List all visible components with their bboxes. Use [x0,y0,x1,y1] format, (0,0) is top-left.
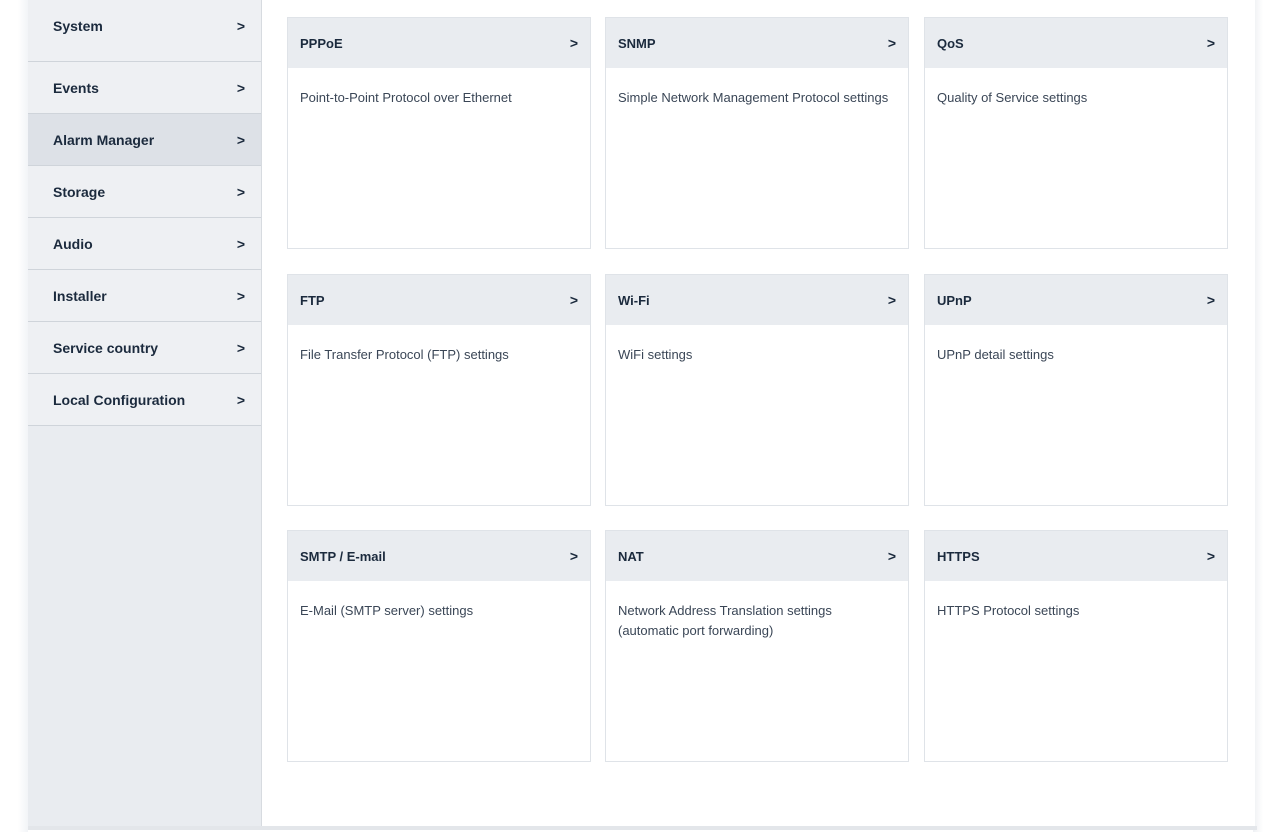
chevron-right-icon: > [236,235,245,252]
sidebar-item-service-country[interactable]: Service country > [28,322,261,374]
sidebar-nav: System > Events > Alarm Manager > Storag… [28,0,262,828]
bottom-divider [28,826,1257,830]
card-description: HTTPS Protocol settings [937,603,1080,618]
chevron-right-icon: > [569,35,578,51]
chevron-right-icon: > [236,391,245,408]
card-header: PPPoE > [288,18,590,68]
card-title: FTP [300,292,325,308]
sidebar-item-alarm-manager[interactable]: Alarm Manager > [28,114,261,166]
card-header: QoS > [925,18,1227,68]
card-title: UPnP [937,292,972,308]
card-wifi[interactable]: Wi-Fi > WiFi settings [605,274,909,506]
card-title: NAT [618,548,644,564]
card-title: SNMP [618,35,656,51]
card-pppoe[interactable]: PPPoE > Point-to-Point Protocol over Eth… [287,17,591,249]
chevron-right-icon: > [887,548,896,564]
chevron-right-icon: > [236,131,245,148]
card-https[interactable]: HTTPS > HTTPS Protocol settings [924,530,1228,762]
chevron-right-icon: > [236,287,245,304]
chevron-right-icon: > [569,292,578,308]
card-header: Wi-Fi > [606,275,908,325]
card-header: SMTP / E-mail > [288,531,590,581]
sidebar-item-audio[interactable]: Audio > [28,218,261,270]
chevron-right-icon: > [1206,548,1215,564]
sidebar-item-label: System [53,17,103,34]
sidebar-item-installer[interactable]: Installer > [28,270,261,322]
card-header: HTTPS > [925,531,1227,581]
sidebar-item-label: Events [53,79,99,96]
card-header: NAT > [606,531,908,581]
app-frame: System > Events > Alarm Manager > Storag… [0,0,1267,832]
card-upnp[interactable]: UPnP > UPnP detail settings [924,274,1228,506]
card-description: WiFi settings [618,347,693,362]
card-description: Quality of Service settings [937,90,1088,105]
card-description: Network Address Translation settings (au… [618,603,832,638]
card-nat[interactable]: NAT > Network Address Translation settin… [605,530,909,762]
sidebar-item-storage[interactable]: Storage > [28,166,261,218]
chevron-right-icon: > [236,79,245,96]
sidebar-item-label: Alarm Manager [53,131,155,148]
card-title: PPPoE [300,35,343,51]
card-title: HTTPS [937,548,980,564]
card-header: SNMP > [606,18,908,68]
left-gutter [0,0,28,832]
card-header: UPnP > [925,275,1227,325]
card-description: UPnP detail settings [937,347,1054,362]
sidebar-item-label: Service country [53,339,159,356]
chevron-right-icon: > [236,339,245,356]
sidebar-item-system[interactable]: System > [28,0,261,62]
card-smtp-email[interactable]: SMTP / E-mail > E-Mail (SMTP server) set… [287,530,591,762]
card-header: FTP > [288,275,590,325]
chevron-right-icon: > [887,35,896,51]
sidebar-item-local-configuration[interactable]: Local Configuration > [28,374,261,426]
card-description: File Transfer Protocol (FTP) settings [300,347,509,362]
sidebar-item-label: Storage [53,183,106,200]
card-description: Simple Network Management Protocol setti… [618,90,889,105]
chevron-right-icon: > [569,548,578,564]
sidebar-item-label: Local Configuration [53,391,186,408]
card-description: Point-to-Point Protocol over Ethernet [300,90,512,105]
card-title: QoS [937,35,964,51]
sidebar-item-label: Installer [53,287,107,304]
chevron-right-icon: > [1206,35,1215,51]
card-snmp[interactable]: SNMP > Simple Network Management Protoco… [605,17,909,249]
sidebar-item-label: Audio [53,235,93,252]
chevron-right-icon: > [887,292,896,308]
chevron-right-icon: > [1206,292,1215,308]
card-title: SMTP / E-mail [300,548,386,564]
chevron-right-icon: > [236,183,245,200]
chevron-right-icon: > [236,17,245,34]
right-gutter [1253,0,1267,832]
settings-card-grid: PPPoE > Point-to-Point Protocol over Eth… [263,0,1255,828]
sidebar-item-events[interactable]: Events > [28,62,261,114]
card-ftp[interactable]: FTP > File Transfer Protocol (FTP) setti… [287,274,591,506]
card-title: Wi-Fi [618,292,650,308]
card-description: E-Mail (SMTP server) settings [300,603,474,618]
card-qos[interactable]: QoS > Quality of Service settings [924,17,1228,249]
